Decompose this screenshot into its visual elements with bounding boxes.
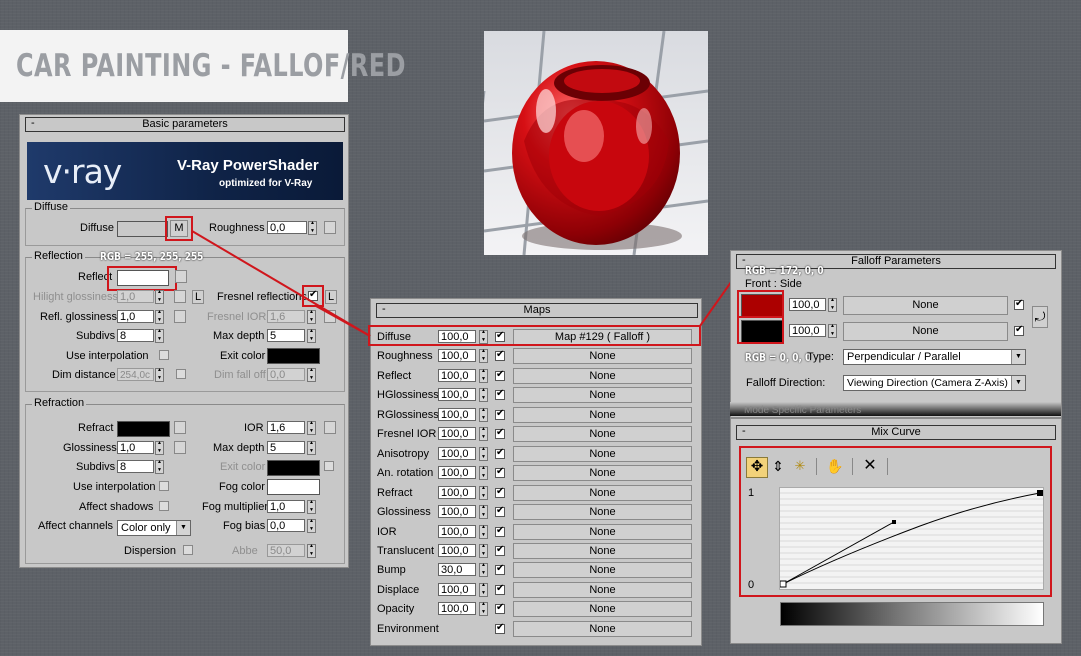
bezier-handle[interactable] [892, 520, 896, 524]
toolbar-divider-2 [852, 458, 853, 475]
scale-tool-button[interactable]: ⇕ [769, 457, 787, 476]
front-amount-input[interactable]: 100,0 [789, 298, 826, 311]
close-icon: ✕ [863, 457, 877, 474]
mixcurve-toolbar: ✥ ⇕ ✳ ✋ ✕ [744, 455, 1046, 479]
scale-vertical-icon: ⇕ [772, 458, 784, 474]
swap-colors-button[interactable]: ⤾ [1032, 306, 1048, 328]
front-side-label: Front : Side [745, 278, 802, 290]
side-map-button[interactable]: None [843, 322, 1008, 341]
mixcurve-collapse-icon[interactable]: - [742, 425, 746, 438]
chevron-down-icon: ▼ [1011, 350, 1025, 364]
front-map-button[interactable]: None [843, 296, 1008, 315]
add-point-button[interactable]: ✳ [791, 457, 809, 476]
front-color-highlight [737, 290, 784, 318]
curve-y-max-label: 1 [748, 487, 755, 499]
delete-point-button[interactable]: ✕ [861, 457, 879, 476]
move-tool-button[interactable]: ✥ [746, 457, 768, 478]
falloff-type-label: Type: [807, 351, 834, 363]
curve-gradient-preview [780, 602, 1044, 626]
side-amount-input[interactable]: 100,0 [789, 324, 826, 337]
side-rgb-note: RGB = 0, 0, 0 [745, 351, 812, 364]
side-amount-spinner[interactable] [828, 323, 837, 338]
curve-graph[interactable] [779, 487, 1044, 590]
falloff-direction-label: Falloff Direction: [746, 377, 826, 389]
front-amount-spinner[interactable] [828, 297, 837, 312]
falloff-type-value: Perpendicular / Parallel [847, 351, 961, 363]
hand-icon: ✋ [826, 458, 844, 474]
mode-specific-label: Mode Specific Parameters [744, 405, 862, 416]
front-map-checkbox[interactable] [1014, 298, 1024, 310]
toolbar-divider-3 [887, 458, 888, 475]
falloff-direction-dropdown[interactable]: Viewing Direction (Camera Z-Axis) ▼ [843, 375, 1026, 391]
falloff-type-dropdown[interactable]: Perpendicular / Parallel ▼ [843, 349, 1026, 365]
side-map-checkbox[interactable] [1014, 324, 1024, 336]
front-rgb-note: RGB = 172, 0, 0 [745, 264, 824, 277]
fresnel-callout-line [315, 305, 371, 337]
mix-curve-line [782, 492, 1041, 585]
mixcurve-header[interactable]: - Mix Curve [736, 425, 1056, 440]
add-point-icon: ✳ [794, 458, 806, 473]
falloff-direction-value: Viewing Direction (Camera Z-Axis) [847, 377, 1008, 389]
curve-end-point[interactable] [1037, 490, 1043, 496]
move-icon: ✥ [750, 458, 764, 475]
side-color-highlight [737, 316, 784, 344]
curve-graph-svg [779, 490, 1043, 588]
falloff-title: Falloff Parameters [851, 255, 941, 267]
swap-icon: ⤾ [1034, 309, 1046, 324]
mixcurve-title: Mix Curve [871, 426, 921, 438]
pan-tool-button[interactable]: ✋ [826, 457, 844, 476]
toolbar-divider [816, 458, 817, 475]
chevron-down-icon: ▼ [1011, 376, 1025, 390]
curve-y-min-label: 0 [748, 579, 755, 591]
curve-start-point[interactable] [779, 580, 787, 588]
